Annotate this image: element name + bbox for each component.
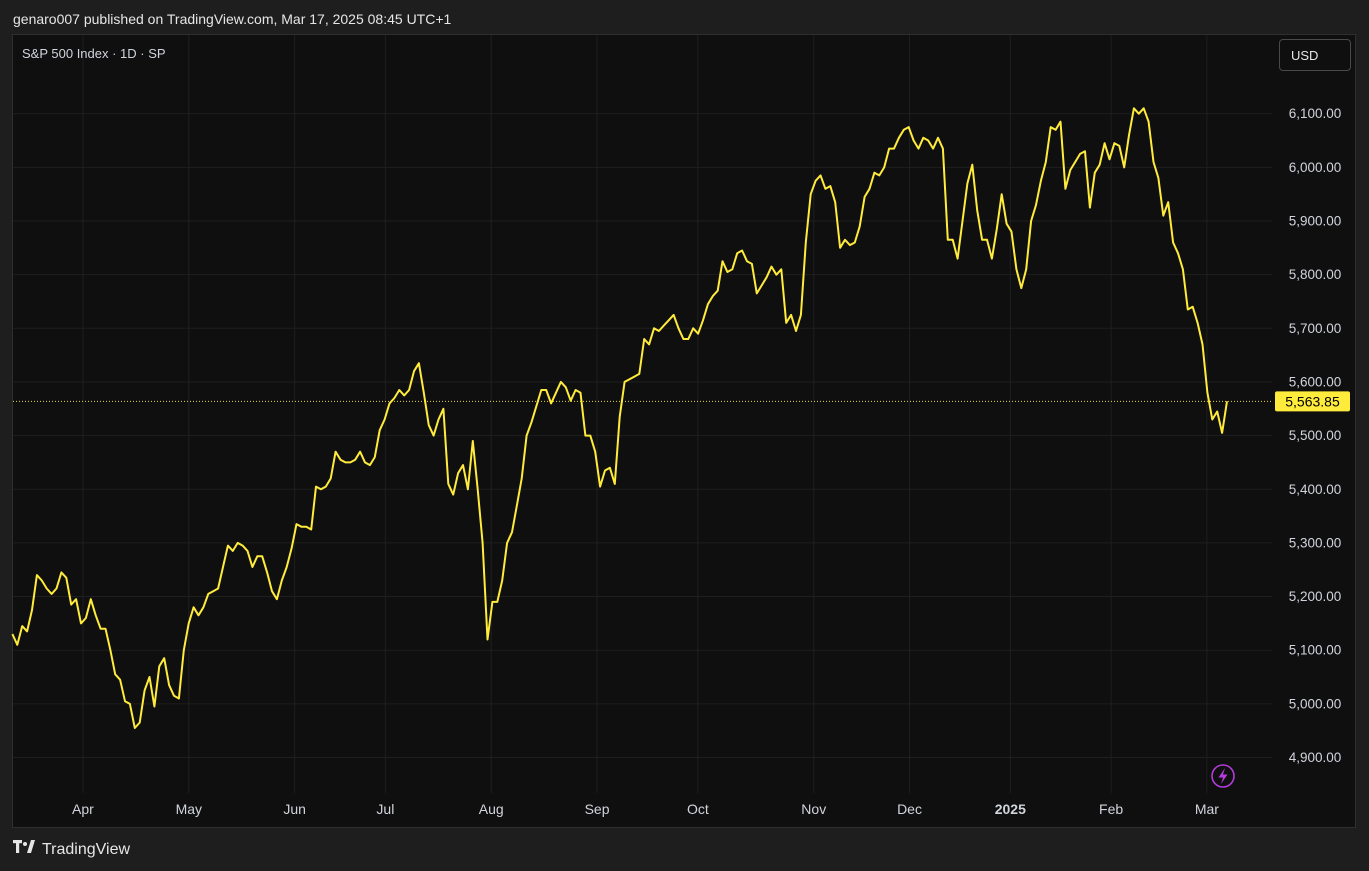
x-tick-label: Dec	[897, 801, 922, 817]
y-tick-label: 5,400.00	[1289, 482, 1342, 497]
currency-button[interactable]: USD	[1279, 39, 1351, 71]
x-tick-label: Feb	[1099, 801, 1123, 817]
x-tick-label: Oct	[687, 801, 709, 817]
footer-brand: TradingView	[42, 840, 131, 858]
y-tick-label: 5,700.00	[1289, 321, 1342, 336]
y-tick-label: 5,100.00	[1289, 643, 1342, 658]
x-tick-label: Apr	[72, 801, 94, 817]
x-tick-label: 2025	[995, 801, 1026, 817]
last-price-label: 5,563.85	[1285, 393, 1340, 409]
x-tick-label: Mar	[1195, 801, 1219, 817]
x-tick-label: Nov	[801, 801, 826, 817]
y-tick-label: 5,500.00	[1289, 428, 1342, 443]
y-tick-label: 6,000.00	[1289, 160, 1342, 175]
x-tick-label: Jul	[376, 801, 394, 817]
y-tick-label: 4,900.00	[1289, 750, 1342, 765]
chart-svg: 4,900.00 5,000.00 5,100.00 5,200.00 5,300.00…	[11, 35, 1350, 817]
y-tick-label: 5,600.00	[1289, 374, 1342, 389]
lightning-bolt-icon[interactable]	[1218, 768, 1228, 784]
x-tick-label: Sep	[585, 801, 610, 817]
y-tick-label: 5,800.00	[1289, 267, 1342, 282]
tradingview-footer[interactable]: TradingView	[13, 840, 130, 859]
x-tick-label: May	[176, 801, 202, 817]
y-tick-label: 5,000.00	[1289, 696, 1342, 711]
y-tick-label: 5,900.00	[1289, 214, 1342, 229]
y-tick-label: 5,200.00	[1289, 589, 1342, 604]
price-series-line	[11, 107, 1228, 729]
x-tick-label: Aug	[479, 801, 504, 817]
x-tick-label: Jun	[283, 801, 306, 817]
y-tick-label: 6,100.00	[1289, 106, 1342, 121]
y-tick-label: 5,300.00	[1289, 535, 1342, 550]
tradingview-logo-icon	[13, 840, 37, 859]
symbol-legend: S&P 500 Index · 1D · SP	[22, 46, 166, 61]
